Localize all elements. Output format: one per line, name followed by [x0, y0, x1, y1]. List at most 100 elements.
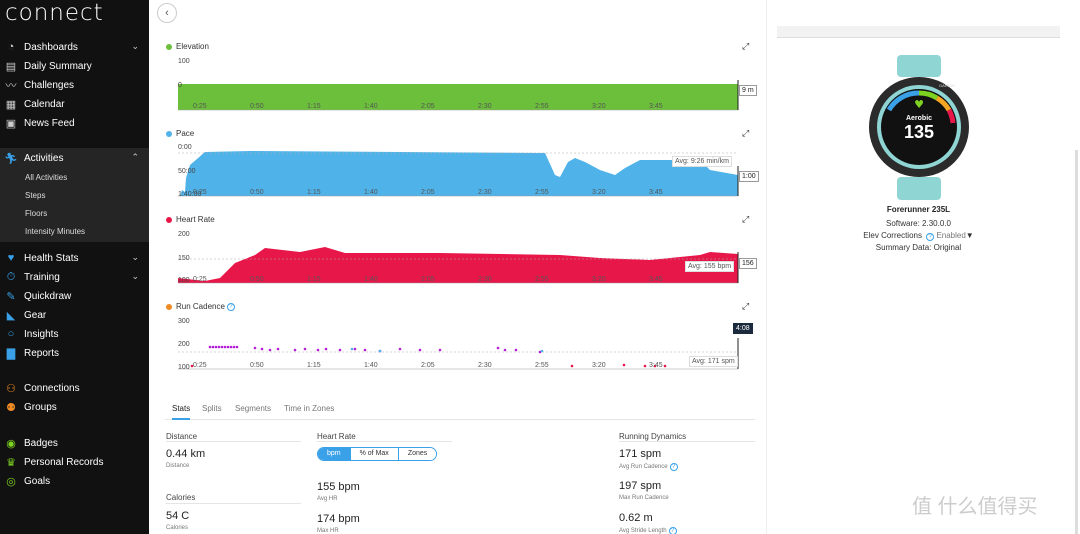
cadence-point [514, 348, 518, 352]
cadence-point [260, 347, 264, 351]
calories-value: 54 C [166, 510, 190, 522]
x-tick-label: 1:15 [307, 362, 321, 369]
expand-icon[interactable]: ⤢ [742, 214, 749, 225]
panel-header-strip [777, 26, 1060, 38]
cadence-point [398, 347, 402, 351]
x-tick-label: 2:55 [535, 362, 549, 369]
caret-down-icon[interactable]: ▼ [966, 231, 974, 240]
x-tick-label: 0:50 [250, 362, 264, 369]
cadence-point [226, 345, 230, 349]
elev-corrections-value[interactable]: Enabled [936, 231, 965, 240]
max-cadence-sub: Max Run Cadence [619, 495, 669, 501]
cadence-point [438, 348, 442, 352]
x-tick-label: 3:45 [649, 189, 663, 196]
elevation-label: Elevation [166, 42, 209, 51]
app-root: connect ◔ Dashboards ⌄ ▤ Daily Summary 〰… [0, 0, 1080, 534]
run-cadence-label: Run Cadence ? [166, 302, 235, 311]
cadence-point [622, 363, 626, 367]
max-cadence-value: 197 spm [619, 480, 662, 492]
elev-corrections-line: Elev Corrections ? Enabled▼ [777, 231, 1060, 241]
help-icon[interactable]: ? [669, 463, 678, 471]
x-tick-label: 0:25 [193, 276, 207, 283]
pace-title: Pace [176, 129, 195, 138]
watch-heart-icon: ♥ [914, 98, 924, 111]
run-cadence-title: Run Cadence [176, 302, 225, 311]
cadence-point [303, 347, 307, 351]
x-tick-label: 1:15 [307, 276, 321, 283]
x-tick-label: 2:30 [478, 362, 492, 369]
heart-rate-legend-dot [166, 216, 172, 223]
x-tick-label: 2:05 [421, 189, 435, 196]
x-tick-label: 2:05 [421, 103, 435, 110]
cadence-point [276, 347, 280, 351]
heart-rate-section-title: Heart Rate [317, 432, 356, 441]
divider [619, 441, 755, 442]
tab-splits[interactable]: Splits [202, 404, 222, 413]
x-tick-label: 3:20 [592, 103, 606, 110]
elevation-legend-dot [166, 43, 172, 50]
toggle-bpm[interactable]: bpm [318, 448, 350, 460]
max-hr-sub: Max HR [317, 528, 339, 534]
x-tick-label: 0:50 [250, 103, 264, 110]
cadence-point [214, 345, 218, 349]
cadence-point [293, 348, 297, 352]
cadence-ytick: 100 [178, 364, 190, 371]
x-tick-label: 3:20 [592, 189, 606, 196]
watch-strap-top [897, 55, 941, 77]
cadence-point [643, 364, 647, 368]
x-tick-label: 0:25 [193, 103, 207, 110]
elev-corrections-label: Elev Corrections [863, 231, 922, 240]
x-tick-label: 1:40 [364, 362, 378, 369]
avg-hr-value: 155 bpm [317, 481, 360, 493]
tab-time-in-zones[interactable]: Time in Zones [284, 404, 334, 413]
watermark: 值 什么值得买 [912, 496, 1038, 518]
calories-title: Calories [166, 493, 196, 502]
cadence-point [220, 345, 224, 349]
elevation-ytick: 100 [178, 58, 190, 65]
cadence-point [208, 345, 212, 349]
heart-rate-ytick: 100 [178, 277, 190, 284]
cadence-point [570, 364, 574, 368]
toggle-zones[interactable]: Zones [397, 448, 437, 460]
expand-icon[interactable]: ⤢ [742, 301, 749, 312]
cadence-point [235, 345, 239, 349]
x-tick-label: 3:20 [592, 362, 606, 369]
scrollbar[interactable] [1075, 150, 1078, 534]
elevation-end-value: 9 m [739, 85, 757, 96]
help-icon[interactable]: ? [668, 527, 677, 534]
divider [166, 503, 301, 504]
heart-rate-ytick: 150 [178, 255, 190, 262]
elevation-ytick: 0 [178, 82, 182, 89]
toggle-percent-max[interactable]: % of Max [349, 448, 398, 460]
stride-sub-label: Avg Stride Length [619, 528, 667, 534]
x-tick-label: 0:50 [250, 189, 264, 196]
divider [166, 441, 301, 442]
cadence-point [211, 345, 215, 349]
pace-legend-dot [166, 130, 172, 137]
expand-icon[interactable]: ⤢ [742, 41, 749, 52]
tab-stats[interactable]: Stats [172, 404, 191, 420]
x-tick-label: 1:15 [307, 189, 321, 196]
heart-rate-end-value: 156 [739, 258, 757, 269]
watch-value-text: 135 [904, 122, 934, 142]
pace-avg-tooltip: Avg: 9:26 min/km [672, 156, 732, 167]
pace-end-value: 1:00 [739, 171, 759, 182]
cadence-point [378, 349, 382, 353]
stride-value: 0.62 m [619, 512, 653, 524]
x-tick-label: 0:25 [193, 189, 207, 196]
distance-value: 0.44 km [166, 448, 206, 460]
watch-image: ♥ Aerobic 135 GARMIN [869, 55, 969, 200]
cadence-point [316, 348, 320, 352]
x-tick-label: 0:25 [193, 362, 207, 369]
avg-cadence-value: 171 spm [619, 448, 662, 460]
pace-ytick: 0:00 [178, 144, 192, 151]
x-tick-label: 2:30 [478, 189, 492, 196]
watch-brand-text: GARMIN [939, 83, 955, 88]
x-tick-label: 1:40 [364, 189, 378, 196]
help-icon[interactable]: ? [226, 302, 235, 311]
x-tick-label: 0:50 [250, 276, 264, 283]
expand-icon[interactable]: ⤢ [742, 128, 749, 139]
tab-segments[interactable]: Segments [235, 404, 271, 413]
x-tick-label: 1:40 [364, 276, 378, 283]
help-icon[interactable]: ? [926, 233, 935, 241]
